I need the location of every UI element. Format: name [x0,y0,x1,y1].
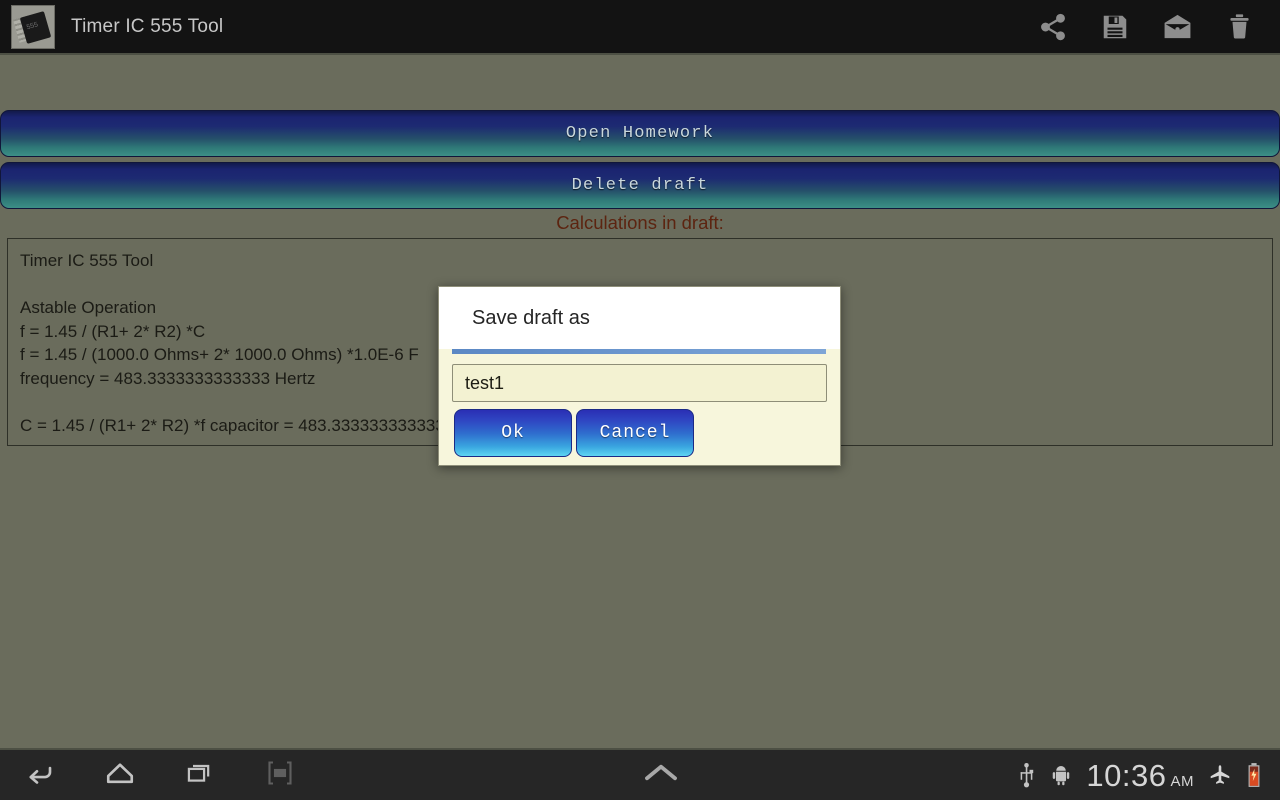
recent-apps-button[interactable] [176,751,224,799]
back-icon [23,758,57,793]
home-button[interactable] [96,751,144,799]
airplane-mode-icon [1208,763,1232,787]
screenshot-button[interactable] [256,751,304,799]
recent-apps-icon [184,759,216,792]
dialog-body: Ok Cancel [439,354,840,465]
battery-charging-icon [1246,762,1262,788]
home-icon [103,758,137,793]
screenshot-icon [265,759,295,792]
android-robot-icon [1050,763,1072,787]
ok-button[interactable]: Ok [454,409,572,457]
dialog-bottom-spacer [452,457,827,465]
status-icons[interactable]: 10:36 AM [1017,760,1280,791]
usb-icon [1017,762,1036,788]
back-button[interactable] [16,751,64,799]
save-draft-dialog: Save draft as Ok Cancel [438,286,841,466]
system-navigation-bar: 10:36 AM [0,748,1280,800]
ime-chevron-button[interactable] [304,760,1017,791]
clock-ampm: AM [1170,772,1194,790]
clock: 10:36 AM [1086,760,1194,791]
nav-buttons [0,751,304,799]
chevron-up-icon [640,760,682,791]
dialog-title: Save draft as [472,306,590,329]
dialog-scrim: Save draft as Ok Cancel [0,0,1280,800]
draft-name-input[interactable] [452,364,827,402]
clock-time: 10:36 [1086,757,1167,793]
dialog-title-bar: Save draft as [439,287,840,349]
dialog-button-row: Ok Cancel [454,402,827,457]
cancel-button[interactable]: Cancel [576,409,694,457]
app-root: Timer IC 555 Tool [0,0,1280,800]
